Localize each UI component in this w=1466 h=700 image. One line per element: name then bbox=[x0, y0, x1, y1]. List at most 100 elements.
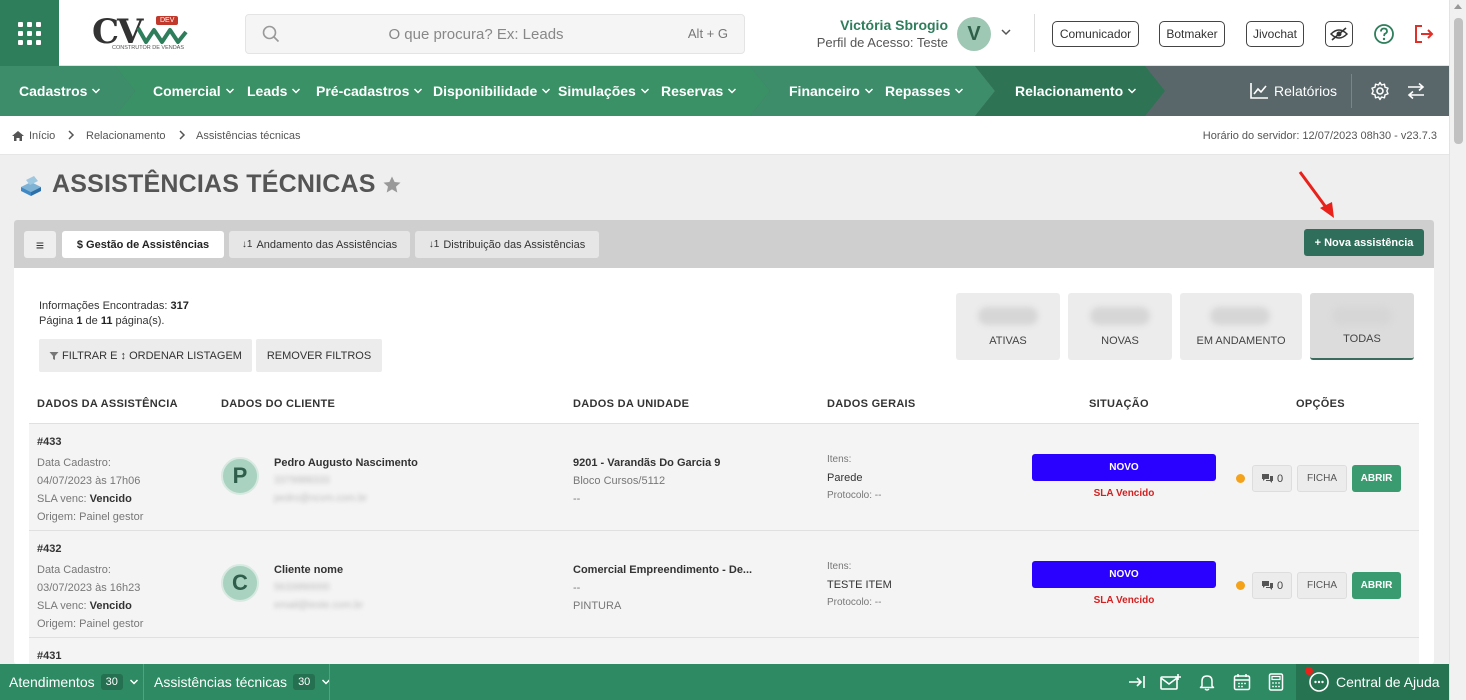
origin: Origem: Painel gestor bbox=[37, 618, 144, 630]
chevron-down-icon bbox=[292, 88, 301, 94]
scroll-up-icon[interactable] bbox=[1454, 4, 1462, 9]
stat-label: EM ANDAMENTO bbox=[1196, 335, 1286, 347]
general-info: Itens: TESTE ITEM Protocolo: -- bbox=[827, 558, 892, 612]
tab-gestao[interactable]: $ Gestão de Assistências bbox=[62, 231, 224, 258]
help-button[interactable] bbox=[1370, 21, 1398, 47]
user-avatar[interactable]: V bbox=[957, 17, 991, 51]
sla-status: SLA Vencido bbox=[1093, 488, 1155, 499]
page-scrollbar[interactable] bbox=[1449, 0, 1466, 700]
collapse-button[interactable] bbox=[1126, 671, 1148, 693]
nav-leads[interactable]: Leads bbox=[247, 66, 301, 116]
stat-value-blurred bbox=[1332, 307, 1392, 325]
filter-label: FILTRAR E ↕ ORDENAR LISTAGEM bbox=[62, 349, 242, 362]
chat-bot-icon bbox=[1309, 672, 1329, 692]
origin: Origem: Painel gestor bbox=[37, 511, 144, 523]
apps-grid-button[interactable] bbox=[0, 0, 59, 66]
nav-financeiro[interactable]: Financeiro bbox=[789, 66, 874, 116]
comunicador-button[interactable]: Comunicador bbox=[1052, 21, 1139, 47]
stat-ativas[interactable]: ATIVAS bbox=[956, 293, 1060, 360]
status-dot bbox=[1236, 474, 1245, 483]
breadcrumb-home[interactable]: Início bbox=[11, 130, 55, 142]
menu-toggle-button[interactable]: ≡ bbox=[24, 231, 56, 258]
status-badge: NOVO bbox=[1032, 561, 1216, 588]
logout-button[interactable] bbox=[1410, 21, 1438, 47]
nav-repasses[interactable]: Repasses bbox=[885, 66, 964, 116]
bottom-bar: Atendimentos 30 Assistências técnicas 30 bbox=[0, 664, 1449, 700]
chevron-down-icon bbox=[640, 88, 649, 94]
nav-disponibilidade[interactable]: Disponibilidade bbox=[433, 66, 551, 116]
breadcrumb: Início Relacionamento Assistências técni… bbox=[0, 116, 1449, 155]
nav-label: Reservas bbox=[661, 83, 724, 99]
client-info: Pedro Augusto Nascimento 3379988333 pedr… bbox=[274, 454, 418, 508]
unit-detail: PINTURA bbox=[573, 600, 622, 612]
stat-value-blurred bbox=[1090, 307, 1150, 325]
notifications-button[interactable] bbox=[1196, 671, 1218, 693]
nav-relacionamento[interactable]: Relacionamento bbox=[1015, 66, 1137, 116]
page-of: de bbox=[85, 315, 98, 327]
comments-button[interactable]: 0 bbox=[1252, 572, 1292, 599]
sla-value: Vencido bbox=[89, 493, 132, 505]
tab-andamento[interactable]: ↓1 Andamento das Assistências bbox=[229, 231, 410, 258]
comments-count: 0 bbox=[1276, 472, 1284, 485]
annotation-arrow-icon bbox=[1298, 171, 1334, 218]
nav-comercial[interactable]: Comercial bbox=[153, 66, 235, 116]
abrir-button[interactable]: ABRIR bbox=[1352, 572, 1401, 599]
filter-sort-button[interactable]: FILTRAR E ↕ ORDENAR LISTAGEM bbox=[39, 339, 252, 372]
cad-date: 03/07/2023 às 16h23 bbox=[37, 582, 141, 594]
column-header-assistencia: DADOS DA ASSISTÊNCIA bbox=[37, 398, 178, 410]
items-label: Itens: bbox=[827, 561, 852, 572]
toolbox-icon bbox=[21, 175, 41, 196]
eye-off-icon bbox=[1330, 27, 1348, 41]
nav-label: Leads bbox=[247, 83, 288, 99]
help-center-button[interactable]: Central de Ajuda bbox=[1296, 664, 1449, 700]
scroll-thumb[interactable] bbox=[1454, 18, 1463, 144]
column-header-unidade: DADOS DA UNIDADE bbox=[573, 398, 690, 410]
arrow-to-right-icon bbox=[1129, 676, 1145, 688]
breadcrumb-relacionamento[interactable]: Relacionamento bbox=[86, 130, 166, 142]
stat-novas[interactable]: NOVAS bbox=[1068, 293, 1172, 360]
nav-pre-cadastros[interactable]: Pré-cadastros bbox=[316, 66, 423, 116]
chevron-down-icon bbox=[92, 88, 101, 94]
star-icon[interactable] bbox=[382, 175, 402, 195]
nav-reservas[interactable]: Reservas bbox=[661, 66, 737, 116]
chevron-down-icon bbox=[864, 88, 873, 94]
help-label: Central de Ajuda bbox=[1336, 674, 1440, 690]
tab-distribuicao[interactable]: ↓1 Distribuição das Assistências bbox=[415, 231, 599, 258]
new-assistance-button[interactable]: + Nova assistência bbox=[1304, 229, 1424, 256]
user-info[interactable]: Victória Sbrogio Perfil de Acesso: Teste bbox=[800, 17, 948, 50]
stat-todas[interactable]: TODAS bbox=[1310, 293, 1414, 360]
new-message-button[interactable] bbox=[1160, 671, 1182, 693]
switch-button[interactable] bbox=[1406, 66, 1426, 116]
nav-simulacoes[interactable]: Simulações bbox=[558, 66, 650, 116]
unit-info: 9201 - Varandãs Do Garcia 9 Bloco Cursos… bbox=[573, 454, 773, 508]
jivochat-button[interactable]: Jivochat bbox=[1246, 21, 1304, 47]
calculator-button[interactable] bbox=[1265, 671, 1287, 693]
bottom-divider bbox=[143, 664, 144, 700]
hide-values-button[interactable] bbox=[1325, 21, 1353, 47]
chevron-down-icon bbox=[955, 88, 964, 94]
botmaker-button[interactable]: Botmaker bbox=[1159, 21, 1225, 47]
client-info: Cliente nome 5633990000 email@teste.com.… bbox=[274, 561, 363, 615]
nav-cadastros[interactable]: Cadastros bbox=[19, 66, 101, 116]
abrir-button[interactable]: ABRIR bbox=[1352, 465, 1401, 492]
sla-line: SLA venc: Vencido bbox=[37, 597, 143, 615]
client-name: Cliente nome bbox=[274, 564, 344, 576]
remove-filters-button[interactable]: REMOVER FILTROS bbox=[256, 339, 382, 372]
search-input[interactable] bbox=[286, 15, 666, 53]
comments-button[interactable]: 0 bbox=[1252, 465, 1292, 492]
stat-em-andamento[interactable]: EM ANDAMENTO bbox=[1180, 293, 1302, 360]
nav-relatorios[interactable]: Relatórios bbox=[1249, 66, 1337, 116]
settings-button[interactable] bbox=[1370, 66, 1390, 116]
ficha-button[interactable]: FICHA bbox=[1297, 465, 1347, 492]
assistencias-tab[interactable]: Assistências técnicas 30 bbox=[154, 664, 331, 700]
row-options: 0 FICHA ABRIR bbox=[1236, 572, 1401, 599]
chevron-down-icon[interactable] bbox=[1000, 26, 1012, 38]
calendar-button[interactable] bbox=[1231, 671, 1253, 693]
status-badge: NOVO bbox=[1032, 454, 1216, 481]
atendimentos-tab[interactable]: Atendimentos 30 bbox=[9, 664, 139, 700]
swap-arrows-icon bbox=[1407, 82, 1425, 100]
table-row: #433 Data Cadastro: 04/07/2023 às 17h06 … bbox=[29, 423, 1419, 530]
ficha-button[interactable]: FICHA bbox=[1297, 572, 1347, 599]
nav-label: Simulações bbox=[558, 83, 636, 99]
brand-logo[interactable]: CV DEV CONSTRUTOR DE VENDAS bbox=[92, 12, 188, 56]
